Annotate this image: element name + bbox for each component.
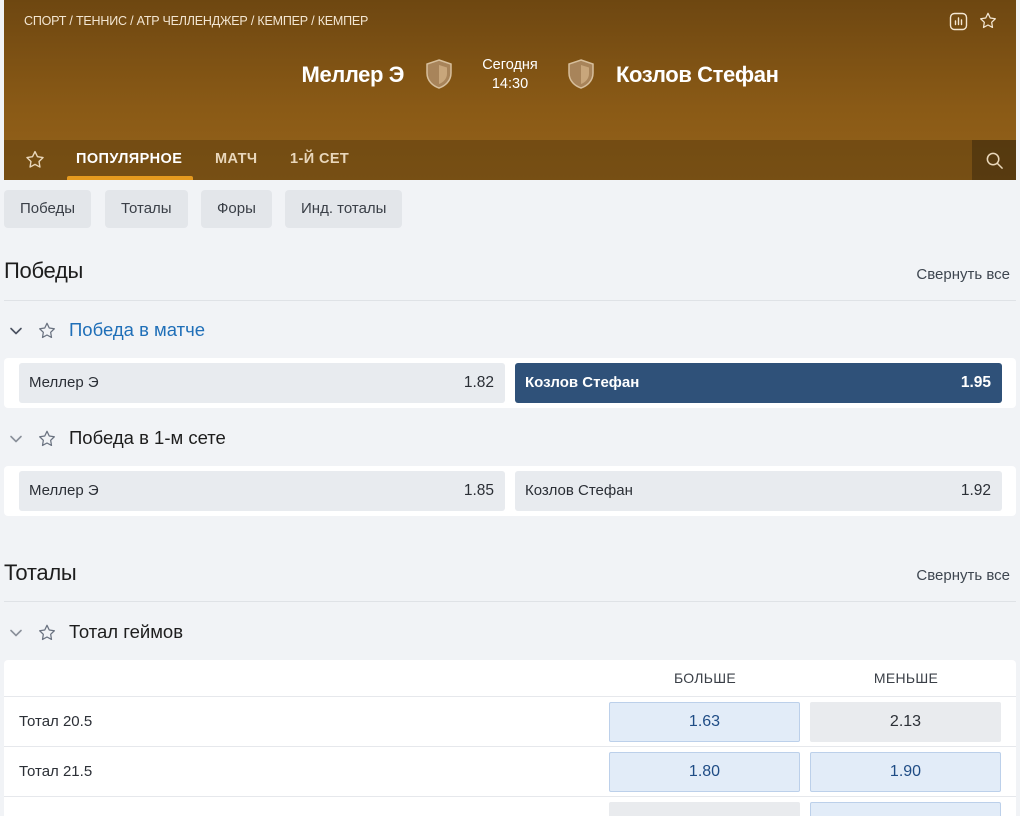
event-header: СПОРТ / ТЕННИС / ATP ЧЕЛЛЕНДЖЕР / КЕМПЕР…: [4, 0, 1016, 180]
row-divider: [4, 796, 1016, 797]
odd-outcome-name: Козлов Стефан: [525, 374, 640, 391]
odd-button-over[interactable]: 1.80: [609, 752, 800, 792]
totals-table: БОЛЬШЕ МЕНЬШЕ Тотал 20.5 1.63 2.13 Тотал…: [4, 660, 1016, 816]
odd-outcome-name: Меллер Э: [29, 482, 99, 499]
tab-first-set[interactable]: 1-Й СЕТ: [290, 140, 349, 180]
market-header-total-games[interactable]: Тотал геймов: [4, 618, 404, 648]
section-divider: [4, 601, 1016, 602]
odd-button-team2-selected[interactable]: Козлов Стефан 1.95: [515, 363, 1002, 403]
search-icon: [986, 152, 1003, 169]
column-header-over: БОЛЬШЕ: [673, 670, 737, 686]
favorites-tab-star-icon[interactable]: [24, 149, 46, 171]
team1-shield-icon: [426, 59, 452, 89]
odd-button-team2[interactable]: Козлов Стефан 1.92: [515, 471, 1002, 511]
match-info: Меллер Э Сегодня 14:30 Козлов Стефан: [4, 52, 1016, 98]
odd-button-team1[interactable]: Меллер Э 1.82: [19, 363, 505, 403]
odd-value: 1.92: [960, 482, 991, 499]
favorite-star-icon[interactable]: [978, 11, 998, 31]
filter-individual-totals[interactable]: Инд. тоталы: [285, 190, 403, 228]
market-header-first-set-winner[interactable]: Победа в 1-м сете: [4, 424, 404, 454]
odd-button-team1[interactable]: Меллер Э 1.85: [19, 471, 505, 511]
chevron-down-icon[interactable]: [9, 324, 23, 338]
tab-match[interactable]: МАТЧ: [215, 140, 257, 180]
match-time: 14:30: [491, 76, 529, 92]
odd-button-under[interactable]: 1.90: [810, 752, 1001, 792]
filter-totals[interactable]: Тоталы: [105, 190, 188, 228]
match-date: Сегодня: [482, 57, 538, 73]
market-favorite-star-icon[interactable]: [37, 321, 57, 341]
column-header-under: МЕНЬШЕ: [873, 670, 939, 686]
chevron-down-icon[interactable]: [9, 626, 23, 640]
market-favorite-star-icon[interactable]: [37, 429, 57, 449]
market-title[interactable]: Победа в матче: [69, 319, 205, 341]
search-button[interactable]: [972, 140, 1016, 180]
total-line-label: Тотал 21.5: [19, 763, 93, 780]
odd-button-over-partial[interactable]: [609, 802, 800, 816]
header-actions: [948, 11, 998, 31]
section-divider: [4, 300, 1016, 301]
odd-outcome-name: Козлов Стефан: [525, 482, 633, 499]
odd-value: 1.85: [463, 482, 494, 499]
row-divider: [4, 696, 1016, 697]
match-datetime: Сегодня 14:30: [470, 56, 550, 94]
market-header-match-winner[interactable]: Победа в матче: [4, 316, 404, 346]
section-title-wins: Победы: [4, 258, 84, 283]
market-favorite-star-icon[interactable]: [37, 623, 57, 643]
collapse-all-totals[interactable]: Свернуть все: [916, 567, 1010, 584]
statistics-icon[interactable]: [948, 11, 968, 31]
total-line-label: Тотал 20.5: [19, 713, 93, 730]
odd-button-under[interactable]: 2.13: [810, 702, 1001, 742]
odd-value: 1.95: [960, 374, 991, 391]
team2-name: Козлов Стефан: [616, 62, 779, 87]
filter-wins[interactable]: Победы: [4, 190, 92, 228]
market-tabs: ПОПУЛЯРНОЕ МАТЧ 1-Й СЕТ: [4, 140, 1016, 180]
row-divider: [4, 746, 1016, 747]
section-title-totals: Тоталы: [4, 560, 77, 585]
odd-outcome-name: Меллер Э: [29, 374, 99, 391]
chevron-down-icon[interactable]: [9, 432, 23, 446]
tab-popular[interactable]: ПОПУЛЯРНОЕ: [66, 140, 194, 180]
market-card-first-set-winner: Меллер Э 1.85 Козлов Стефан 1.92: [4, 466, 1016, 516]
team1-name: Меллер Э: [301, 62, 405, 87]
market-title[interactable]: Победа в 1-м сете: [69, 427, 226, 449]
market-title[interactable]: Тотал геймов: [69, 621, 183, 643]
breadcrumb[interactable]: СПОРТ / ТЕННИС / ATP ЧЕЛЛЕНДЖЕР / КЕМПЕР…: [24, 14, 368, 28]
odd-button-under-partial[interactable]: [810, 802, 1001, 816]
market-card-match-winner: Меллер Э 1.82 Козлов Стефан 1.95: [4, 358, 1016, 408]
team2-shield-icon: [568, 59, 594, 89]
odd-value: 1.82: [463, 374, 494, 391]
filter-handicaps[interactable]: Форы: [201, 190, 272, 228]
collapse-all-wins[interactable]: Свернуть все: [916, 266, 1010, 283]
odd-button-over[interactable]: 1.63: [609, 702, 800, 742]
